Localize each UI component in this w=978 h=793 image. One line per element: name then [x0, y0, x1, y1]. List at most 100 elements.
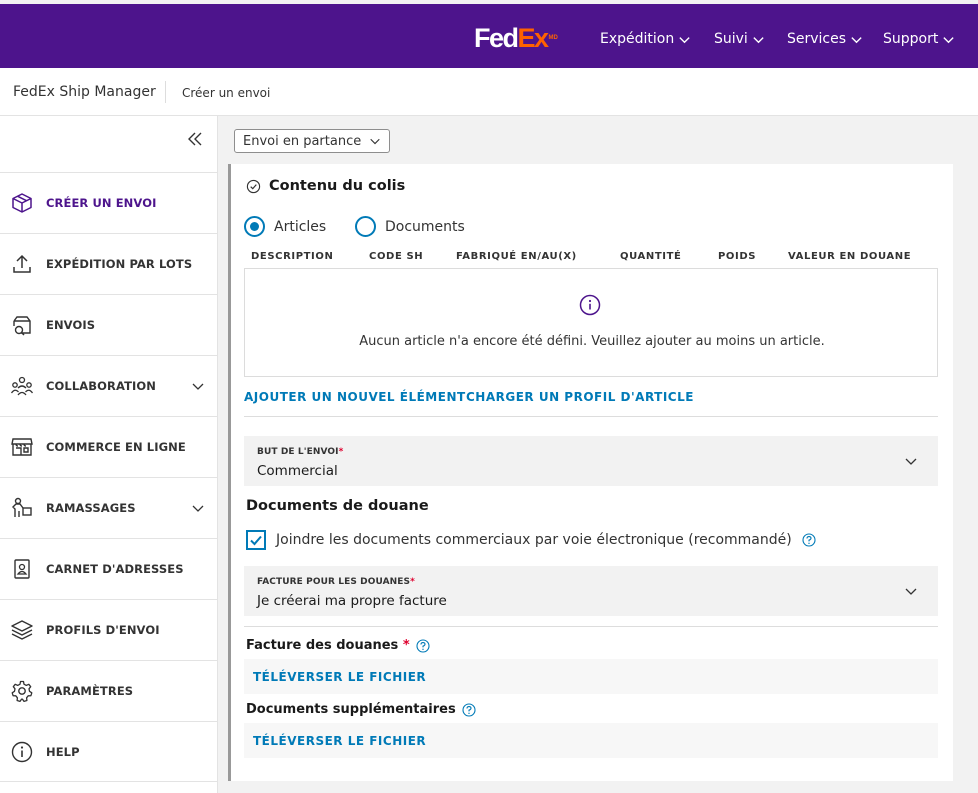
help-icon[interactable]: [462, 702, 476, 717]
electronic-docs-row: Joindre les documents commerciaux par vo…: [246, 530, 816, 550]
chevron-down-icon: [753, 36, 764, 43]
load-item-profile-link[interactable]: CHARGER UN PROFIL D'ARTICLE: [466, 390, 694, 404]
nav-expedition[interactable]: Expédition: [600, 30, 691, 48]
collapse-sidebar-icon[interactable]: [186, 130, 204, 148]
sidebar-item-label: CRÉER UN ENVOI: [46, 196, 157, 210]
chevron-down-icon[interactable]: [191, 379, 205, 393]
customs-invoice-heading-text: Facture des douanes: [246, 638, 399, 653]
customs-invoice-label: FACTURE POUR LES DOUANES*: [257, 577, 415, 587]
breadcrumb: Créer un envoi: [182, 86, 271, 100]
nav-suivi[interactable]: Suivi: [714, 30, 765, 48]
package-icon: [12, 193, 32, 213]
nav-expedition-label: Expédition: [600, 31, 675, 47]
checkmark-icon: [250, 535, 262, 546]
shipment-type-value: Envoi en partance: [243, 133, 362, 149]
sidebar-item-help[interactable]: HELP: [0, 721, 217, 782]
sidebar-item-parametres[interactable]: PARAMÈTRES: [0, 660, 217, 721]
column-header-quantity: QUANTITÉ: [620, 251, 682, 262]
chevron-down-icon: [905, 458, 917, 465]
sidebar-item-label: PROFILS D'ENVOI: [46, 623, 160, 637]
help-icon[interactable]: [416, 638, 430, 653]
search-box-icon: [13, 316, 31, 336]
check-circle-icon: [246, 179, 261, 193]
customs-documents-title: Documents de douane: [246, 498, 429, 514]
sidebar-item-ramassages[interactable]: RAMASSAGES: [0, 477, 217, 538]
chevron-down-icon: [679, 36, 690, 43]
shipment-purpose-value: Commercial: [257, 463, 338, 479]
customs-invoice-upload: TÉLÉVERSER LE FICHIER: [244, 659, 938, 694]
electronic-docs-checkbox[interactable]: [246, 530, 266, 550]
sidebar-item-label: ENVOIS: [46, 318, 96, 332]
required-marker: *: [402, 638, 410, 653]
logo-tm: MD: [548, 35, 558, 41]
add-item-link[interactable]: AJOUTER UN NOUVEL ÉLÉMENT: [244, 390, 466, 404]
items-empty-state: Aucun article n'a encore été défini. Veu…: [244, 268, 938, 377]
shipment-type-dropdown[interactable]: Envoi en partance: [234, 129, 390, 153]
sidebar-item-label: COMMERCE EN LIGNE: [46, 440, 186, 454]
extra-documents-heading-text: Documents supplémentaires: [246, 702, 456, 717]
nav-support[interactable]: Support: [883, 30, 955, 48]
radio-documents-control[interactable]: [355, 216, 376, 237]
chevron-down-icon: [370, 138, 380, 145]
nav-services-label: Services: [787, 31, 847, 47]
radio-articles[interactable]: Articles: [244, 216, 326, 237]
nav-support-label: Support: [883, 31, 939, 47]
sidebar-item-profils[interactable]: PROFILS D'ENVOI: [0, 599, 217, 660]
layers-icon: [11, 620, 33, 640]
chevron-down-icon: [943, 36, 954, 43]
sidebar-item-commerce[interactable]: COMMERCE EN LIGNE: [0, 416, 217, 477]
column-header-origin: FABRIQUÉ EN/AU(X): [456, 251, 577, 262]
customs-invoice-select[interactable]: FACTURE POUR LES DOUANES* Je créerai ma …: [244, 566, 938, 616]
sidebar-item-expedition-lots[interactable]: EXPÉDITION PAR LOTS: [0, 233, 217, 294]
sidebar-item-envois[interactable]: ENVOIS: [0, 294, 217, 355]
required-marker: *: [410, 577, 415, 587]
fedex-logo[interactable]: FedExMD: [474, 24, 558, 52]
sidebar-item-label: HELP: [46, 744, 80, 759]
chevron-down-icon: [905, 588, 917, 595]
package-contents-title: Contenu du colis: [246, 178, 405, 194]
pickup-icon: [12, 497, 32, 517]
store-icon: [11, 438, 33, 456]
header-divider: [165, 81, 166, 103]
sidebar-item-collaboration[interactable]: COLLABORATION: [0, 355, 217, 416]
radio-documents[interactable]: Documents: [355, 216, 465, 237]
top-navigation: FedExMD Expédition Suivi Services Suppor…: [0, 4, 978, 68]
shipment-purpose-label: BUT DE L'ENVOI*: [257, 447, 343, 457]
package-contents-panel: Contenu du colis Articles Documents DESC…: [228, 164, 953, 781]
logo-fed: Fed: [474, 23, 519, 53]
users-icon: [10, 376, 34, 396]
radio-articles-label: Articles: [274, 218, 327, 235]
electronic-docs-label: Joindre les documents commerciaux par vo…: [276, 532, 792, 548]
required-marker: *: [338, 447, 344, 457]
customs-invoice-label-text: FACTURE POUR LES DOUANES: [257, 577, 411, 587]
info-icon: [579, 294, 601, 316]
sidebar-item-carnet[interactable]: CARNET D'ADRESSES: [0, 538, 217, 599]
sidebar-item-label: PARAMÈTRES: [46, 684, 134, 698]
nav-services[interactable]: Services: [787, 30, 863, 48]
sidebar-item-creer-envoi[interactable]: CRÉER UN ENVOI: [0, 172, 217, 233]
column-header-customs-value: VALEUR EN DOUANE: [788, 251, 912, 262]
column-header-code-sh: CODE SH: [369, 251, 424, 262]
chevron-down-icon: [851, 36, 862, 43]
chevron-down-icon[interactable]: [191, 501, 205, 515]
shipment-purpose-select[interactable]: BUT DE L'ENVOI* Commercial: [244, 436, 938, 486]
gear-icon: [11, 680, 33, 703]
radio-articles-control[interactable]: [244, 216, 265, 237]
app-title[interactable]: FedEx Ship Manager: [13, 84, 156, 100]
address-book-icon: [14, 559, 30, 579]
sub-header: FedEx Ship Manager Créer un envoi: [0, 68, 978, 116]
logo-ex: Ex: [517, 23, 550, 53]
customs-invoice-heading: Facture des douanes *: [246, 638, 430, 653]
nav-suivi-label: Suivi: [714, 31, 748, 47]
help-icon[interactable]: [802, 533, 816, 547]
sidebar-item-label: CARNET D'ADRESSES: [46, 562, 184, 576]
upload-file-link[interactable]: TÉLÉVERSER LE FICHIER: [253, 670, 426, 684]
info-icon: [11, 741, 33, 762]
sidebar-item-label: RAMASSAGES: [46, 501, 136, 515]
sidebar-item-label: COLLABORATION: [46, 379, 156, 393]
extra-documents-upload: TÉLÉVERSER LE FICHIER: [244, 723, 938, 758]
extra-documents-heading: Documents supplémentaires: [246, 702, 476, 717]
upload-file-link[interactable]: TÉLÉVERSER LE FICHIER: [253, 734, 426, 748]
empty-items-message: Aucun article n'a encore été défini. Veu…: [359, 334, 825, 349]
sidebar: CRÉER UN ENVOI EXPÉDITION PAR LOTS ENVOI…: [0, 116, 218, 793]
